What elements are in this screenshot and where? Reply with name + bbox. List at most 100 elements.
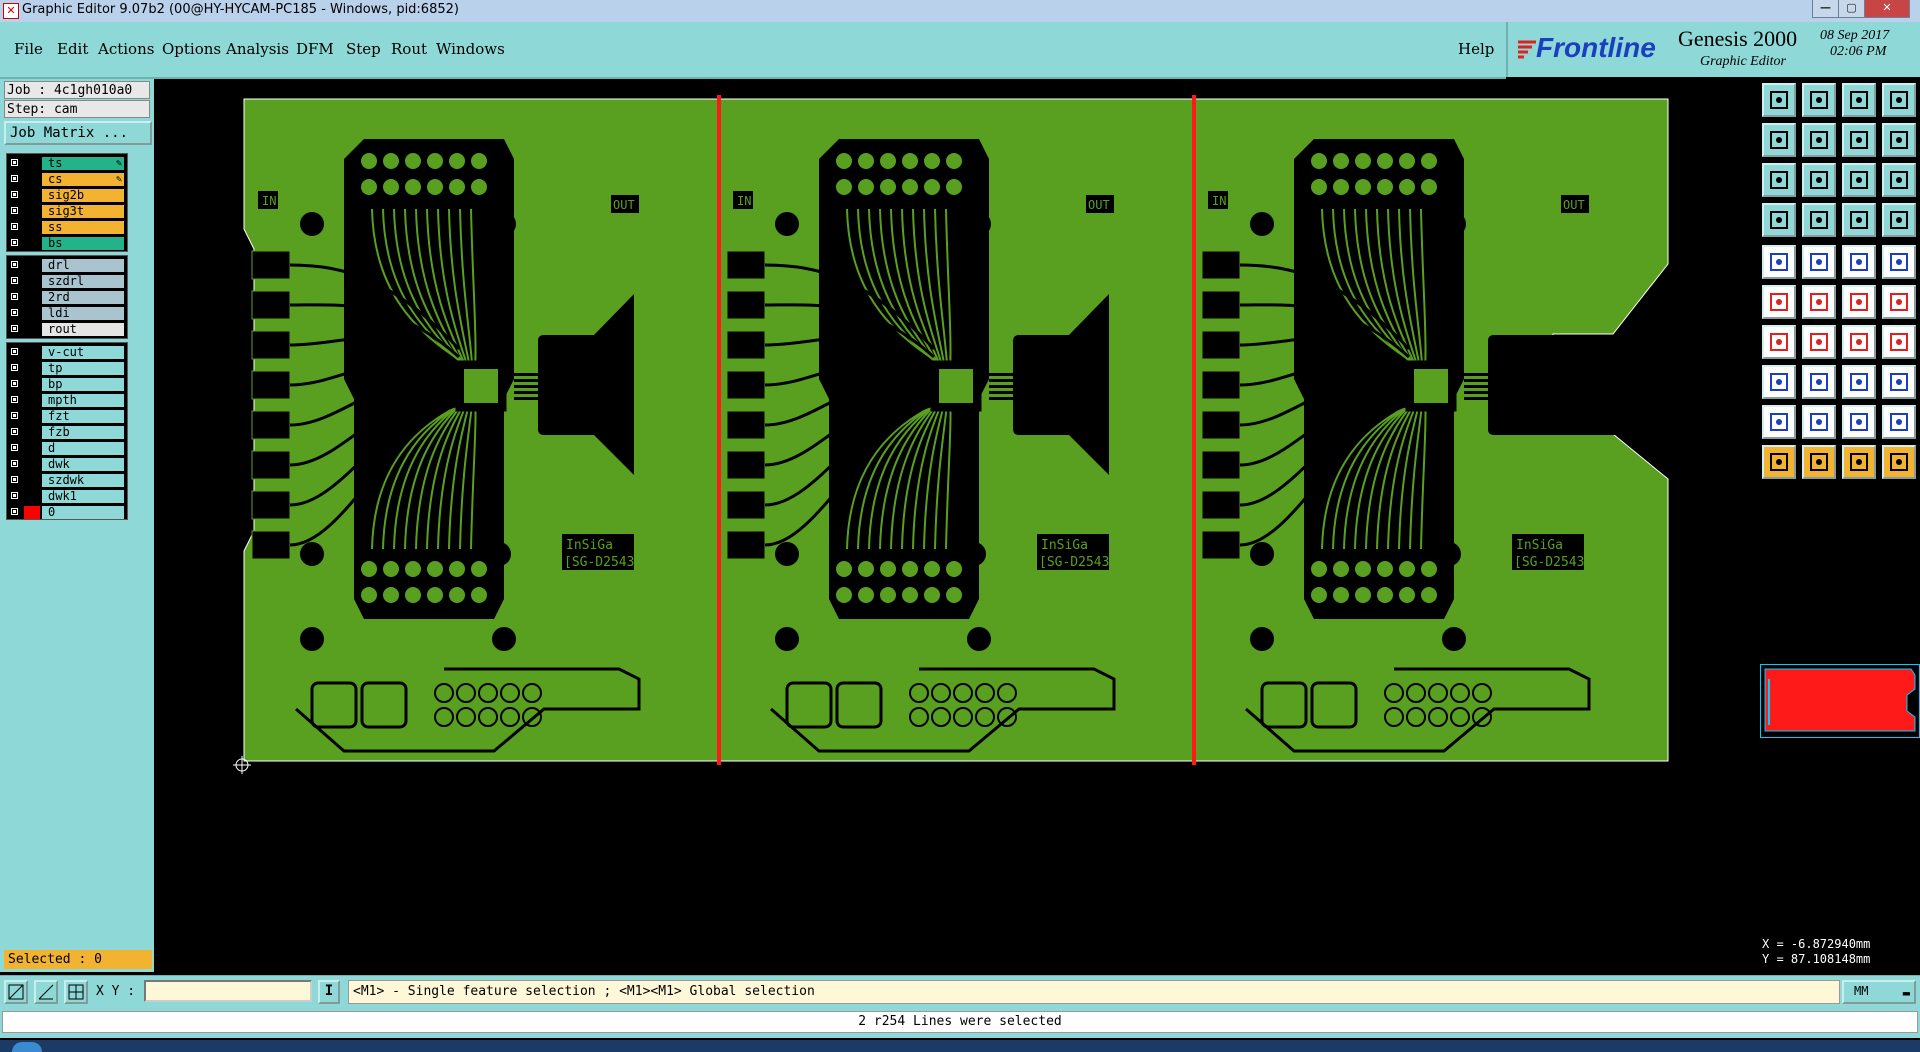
- layer-checkbox[interactable]: [10, 308, 19, 317]
- measure-icon[interactable]: [34, 980, 58, 1004]
- add-line-icon[interactable]: [1802, 245, 1836, 279]
- layer-color-swatch[interactable]: [24, 490, 40, 503]
- layer-row-szdwk[interactable]: szdwk: [7, 473, 127, 488]
- menu-analysis[interactable]: Analysis: [226, 40, 289, 58]
- layer-checkbox[interactable]: [10, 260, 19, 269]
- ruler-icon[interactable]: [1842, 245, 1876, 279]
- pad-icon[interactable]: [1802, 203, 1836, 237]
- move-icon[interactable]: [1882, 365, 1916, 399]
- layer-row-bp[interactable]: bp: [7, 377, 127, 392]
- layer-color-swatch[interactable]: [24, 394, 40, 407]
- triangle2-icon[interactable]: [1802, 405, 1836, 439]
- layer-name[interactable]: bs: [42, 237, 124, 250]
- layer-row-dwk[interactable]: dwk: [7, 457, 127, 472]
- layer-row-v-cut[interactable]: v-cut: [7, 345, 127, 360]
- layer-checkbox[interactable]: [10, 292, 19, 301]
- layer-color-swatch[interactable]: [24, 458, 40, 471]
- layer-checkbox[interactable]: [10, 379, 19, 388]
- layer-row-tp[interactable]: tp: [7, 361, 127, 376]
- text-cursor-icon[interactable]: I: [318, 980, 340, 1004]
- layer-row-sig2b[interactable]: sig2b: [7, 188, 127, 203]
- layer-checkbox[interactable]: [10, 411, 19, 420]
- layer-row-fzt[interactable]: fzt: [7, 409, 127, 424]
- layer-checkbox[interactable]: [10, 158, 19, 167]
- layer-name[interactable]: bp: [42, 378, 124, 391]
- arc-icon[interactable]: [1842, 325, 1876, 359]
- overview-window[interactable]: [1760, 664, 1920, 738]
- layer-row-dwk1[interactable]: dwk1: [7, 489, 127, 504]
- layout-icon[interactable]: [1882, 83, 1916, 117]
- layer-color-swatch[interactable]: [24, 275, 40, 288]
- via-edit-icon[interactable]: [1882, 203, 1916, 237]
- layer-checkbox[interactable]: [10, 363, 19, 372]
- add-pad-icon[interactable]: [1762, 245, 1796, 279]
- arc2-icon[interactable]: [1882, 325, 1916, 359]
- layer-row-szdrl[interactable]: szdrl: [7, 274, 127, 289]
- menu-step[interactable]: Step: [346, 40, 381, 58]
- layer-color-swatch[interactable]: [24, 221, 40, 234]
- layer-name[interactable]: szdwk: [42, 474, 124, 487]
- resize-icon[interactable]: [1842, 365, 1876, 399]
- menu-options[interactable]: Options: [162, 40, 221, 58]
- job-matrix-button[interactable]: Job Matrix ...: [4, 121, 152, 145]
- layer-checkbox[interactable]: [10, 443, 19, 452]
- layer-name[interactable]: 2rd: [42, 291, 124, 304]
- layer-color-swatch[interactable]: [24, 474, 40, 487]
- maximize-button[interactable]: ▢: [1838, 0, 1865, 18]
- layer-row-fzb[interactable]: fzb: [7, 425, 127, 440]
- layer-checkbox[interactable]: [10, 491, 19, 500]
- layer-checkbox[interactable]: [10, 459, 19, 468]
- layer-row-2rd[interactable]: 2rd: [7, 290, 127, 305]
- xy-input[interactable]: [144, 980, 312, 1002]
- layer-color-swatch[interactable]: [24, 378, 40, 391]
- layer-name[interactable]: fzt: [42, 410, 124, 423]
- layer-row-mpth[interactable]: mpth: [7, 393, 127, 408]
- zoom-icon[interactable]: [1802, 163, 1836, 197]
- circle-icon[interactable]: [1882, 245, 1916, 279]
- pointer4-icon[interactable]: [1882, 445, 1916, 479]
- open-icon[interactable]: [1762, 83, 1796, 117]
- close-button[interactable]: ✕: [1864, 0, 1910, 18]
- layer-color-swatch[interactable]: [24, 291, 40, 304]
- layer-checkbox[interactable]: [10, 395, 19, 404]
- triangle4-icon[interactable]: [1882, 405, 1916, 439]
- minimize-button[interactable]: —: [1812, 0, 1839, 18]
- connect2-icon[interactable]: [1882, 285, 1916, 319]
- layer-checkbox[interactable]: [10, 324, 19, 333]
- layer-name[interactable]: mpth: [42, 394, 124, 407]
- layer-row-rout[interactable]: rout: [7, 322, 127, 337]
- menu-actions[interactable]: Actions: [98, 40, 154, 58]
- layer-name[interactable]: ss: [42, 221, 124, 234]
- layer-name[interactable]: cs ✎: [42, 173, 124, 186]
- line-icon[interactable]: [1762, 325, 1796, 359]
- layer-row-cs[interactable]: cs ✎: [7, 172, 127, 187]
- layer-checkbox[interactable]: [10, 507, 19, 516]
- layer-color-swatch[interactable]: [24, 442, 40, 455]
- via-icon[interactable]: [1842, 203, 1876, 237]
- layer-name[interactable]: dwk: [42, 458, 124, 471]
- pointer-icon[interactable]: [1762, 445, 1796, 479]
- layer-row-ldi[interactable]: ldi: [7, 306, 127, 321]
- dash-icon[interactable]: [1802, 365, 1836, 399]
- layer-checkbox[interactable]: [10, 427, 19, 436]
- layer-color-swatch[interactable]: [24, 346, 40, 359]
- layer-color-swatch[interactable]: [24, 205, 40, 218]
- layer-row-drl[interactable]: drl: [7, 258, 127, 273]
- graphic-canvas[interactable]: IN OUT InSiGa [SG-D2543 IN OUT InSiGa [SG-D2543…: [154, 79, 1758, 972]
- menu-edit[interactable]: Edit: [57, 40, 88, 58]
- menu-help[interactable]: Help: [1458, 40, 1494, 58]
- layer-color-swatch[interactable]: [24, 307, 40, 320]
- layer-checkbox[interactable]: [10, 475, 19, 484]
- layer-name[interactable]: dwk1: [42, 490, 124, 503]
- menu-windows[interactable]: Windows: [436, 40, 505, 58]
- units-select[interactable]: MM ▬: [1842, 980, 1916, 1004]
- export-icon[interactable]: [1802, 123, 1836, 157]
- layer-row-sig3t[interactable]: sig3t: [7, 204, 127, 219]
- menu-dfm[interactable]: DFM: [296, 40, 334, 58]
- layer-color-swatch[interactable]: [24, 189, 40, 202]
- helicopter-icon[interactable]: [1762, 203, 1796, 237]
- layer-row-ts[interactable]: ts ✎: [7, 156, 127, 171]
- menu-rout[interactable]: Rout: [391, 40, 427, 58]
- import-icon[interactable]: [1762, 123, 1796, 157]
- connect-icon[interactable]: [1842, 285, 1876, 319]
